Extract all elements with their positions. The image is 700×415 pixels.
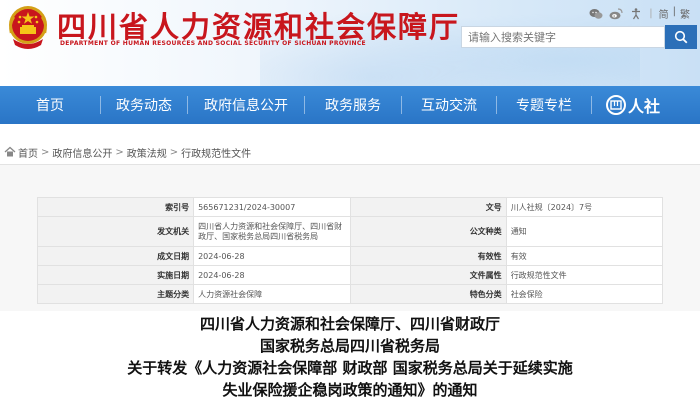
nav-item-topics[interactable]: 专题专栏	[497, 86, 591, 124]
nav-item-home[interactable]: 首页	[0, 86, 100, 124]
sichuan-logo-icon	[606, 95, 626, 115]
nav-item-interaction[interactable]: 互动交流	[402, 86, 496, 124]
subject-category-label: 主题分类	[36, 284, 195, 304]
lang-simplified-link[interactable]: 简	[659, 6, 669, 21]
nav-item-info-disclosure[interactable]: 政府信息公开	[188, 86, 304, 124]
article-title-line: 关于转发《人力资源社会保障部 财政部 国家税务总局关于延续实施	[127, 359, 573, 377]
language-switch: 简 | 繁	[659, 6, 690, 21]
feature-category-value: 社会保险	[505, 284, 664, 304]
breadcrumb-info-disclosure[interactable]: 政府信息公开	[52, 145, 112, 160]
search-input[interactable]	[461, 26, 665, 48]
national-emblem-icon	[9, 6, 47, 49]
table-row: 发文机关 四川省人力资源和社会保障厅、四川省财 政厅、国家税务总局四川省税务局 …	[36, 216, 664, 247]
breadcrumb-policies[interactable]: 政策法规	[127, 145, 167, 160]
toolbar-divider: |	[649, 8, 653, 19]
wechat-icon[interactable]	[589, 7, 603, 21]
nav-item-services[interactable]: 政务服务	[305, 86, 401, 124]
file-attribute-value: 行政规范性文件	[505, 265, 664, 285]
accessibility-icon[interactable]	[629, 7, 643, 21]
renshe-logo[interactable]: 人社	[606, 93, 660, 117]
issuing-authority-line1: 四川省人力资源和社会保障厅、四川省财	[198, 221, 343, 231]
breadcrumb: 首页 > 政府信息公开 > 政策法规 > 行政规范性文件	[0, 140, 251, 164]
table-row: 成文日期 2024-06-28 有效性 有效	[36, 246, 664, 266]
index-number-value: 565671231/2024-30007	[193, 197, 351, 217]
doc-type-label: 公文种类	[349, 216, 507, 247]
doc-number-label: 文号	[349, 197, 507, 217]
main-nav: 首页 政务动态 政府信息公开 政务服务 互动交流 专题专栏 人社	[0, 86, 700, 124]
doc-type-value: 通知	[505, 216, 664, 247]
issuing-authority-value: 四川省人力资源和社会保障厅、四川省财 政厅、国家税务总局四川省税务局	[193, 216, 351, 247]
site-subtitle: DEPARTMENT OF HUMAN RESOURCES AND SOCIAL…	[60, 40, 366, 47]
home-icon	[4, 146, 16, 157]
search-icon	[674, 30, 688, 44]
doc-number-value: 川人社规〔2024〕7号	[505, 197, 664, 217]
breadcrumb-home[interactable]: 首页	[18, 145, 38, 160]
article-title-line: 国家税务总局四川省税务局	[259, 337, 440, 355]
validity-value: 有效	[505, 246, 664, 266]
issuing-authority-label: 发文机关	[36, 216, 195, 247]
feature-category-label: 特色分类	[349, 284, 507, 304]
article-title-line: 失业保险援企稳岗政策的通知》的通知	[222, 381, 478, 399]
subject-category-value: 人力资源社会保障	[193, 284, 351, 304]
nav-divider	[591, 96, 592, 114]
document-info-panel: 索引号 565671231/2024-30007 文号 川人社规〔2024〕7号…	[0, 165, 700, 311]
nav-item-news[interactable]: 政务动态	[101, 86, 187, 124]
document-info-table: 索引号 565671231/2024-30007 文号 川人社规〔2024〕7号…	[36, 197, 664, 304]
search-button[interactable]	[665, 25, 697, 49]
written-date-label: 成文日期	[36, 246, 195, 266]
index-number-label: 索引号	[36, 197, 195, 217]
lang-traditional-link[interactable]: 繁	[680, 6, 690, 21]
lang-separator: |	[672, 6, 676, 17]
effective-date-label: 实施日期	[36, 265, 195, 285]
logo-text: 人社	[628, 97, 661, 116]
breadcrumb-normative-docs[interactable]: 行政规范性文件	[181, 145, 251, 160]
file-attribute-label: 文件属性	[349, 265, 507, 285]
top-toolbar: | 简 | 繁	[589, 6, 690, 21]
site-header: 四川省人力资源和社会保障厅 DEPARTMENT OF HUMAN RESOUR…	[0, 0, 700, 86]
breadcrumb-separator: >	[115, 146, 124, 158]
issuing-authority-line2: 政厅、国家税务总局四川省税务局	[198, 231, 319, 241]
written-date-value: 2024-06-28	[193, 246, 351, 266]
effective-date-value: 2024-06-28	[193, 265, 351, 285]
article-title-line: 四川省人力资源和社会保障厅、四川省财政厅	[199, 315, 500, 333]
table-row: 主题分类 人力资源社会保障 特色分类 社会保险	[36, 284, 664, 304]
validity-label: 有效性	[349, 246, 507, 266]
weibo-icon[interactable]	[609, 7, 623, 21]
table-row: 实施日期 2024-06-28 文件属性 行政规范性文件	[36, 265, 664, 285]
article-title: 四川省人力资源和社会保障厅、四川省财政厅 国家税务总局四川省税务局 关于转发《人…	[0, 313, 700, 401]
breadcrumb-separator: >	[41, 146, 50, 158]
table-row: 索引号 565671231/2024-30007 文号 川人社规〔2024〕7号	[36, 197, 664, 217]
breadcrumb-separator: >	[169, 146, 179, 158]
